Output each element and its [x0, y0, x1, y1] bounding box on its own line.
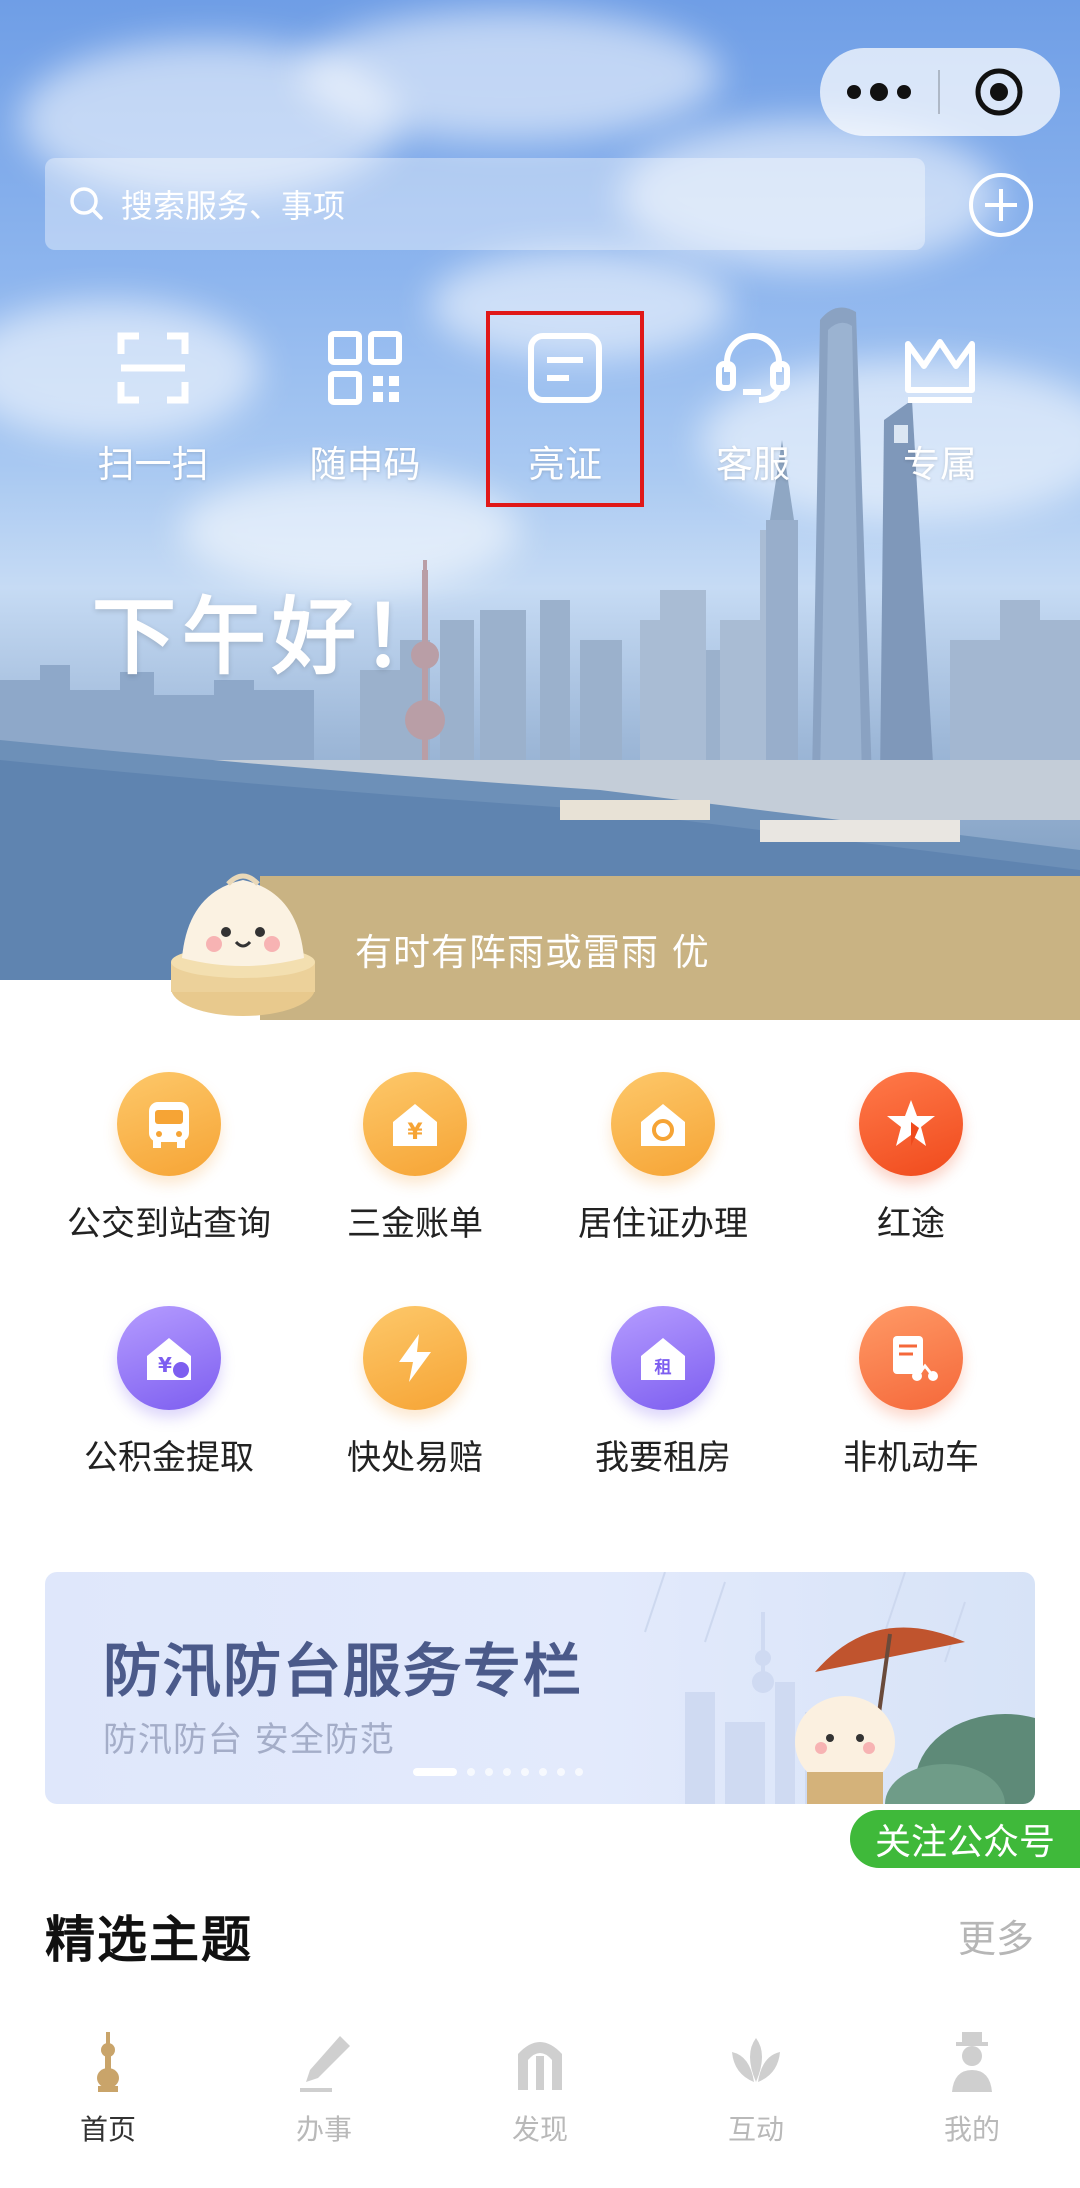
service-label: 红途 [877, 1204, 945, 1244]
lotus-icon [732, 2038, 780, 2082]
search-placeholder: 搜索服务、事项 [121, 187, 346, 225]
more-dots-icon[interactable] [820, 48, 938, 136]
pager-dot-active [413, 1768, 457, 1776]
weather-text: 有时有阵雨或雷雨 优 [355, 931, 710, 974]
banner-title: 防汛防台服务专栏 [103, 1637, 584, 1705]
pen-icon [300, 2036, 350, 2092]
section-title: 精选主题 [45, 1911, 253, 1969]
house-badge-icon [611, 1072, 715, 1176]
tab-home[interactable]: 首页 [0, 2030, 216, 2148]
pager-dot [557, 1768, 565, 1776]
tab-label: 互动 [727, 2113, 784, 2146]
quick-action-exclusive[interactable]: 专属 [855, 320, 1025, 500]
house-fund-icon: ¥ [117, 1306, 221, 1410]
scooter-doc-icon [859, 1306, 963, 1410]
search-bar[interactable]: 搜索服务、事项 [45, 158, 925, 250]
quick-action-label: 扫一扫 [97, 443, 209, 486]
search-icon [70, 187, 103, 220]
flood-prevention-banner[interactable]: 防汛防台服务专栏 防汛防台 安全防范 [45, 1572, 1035, 1804]
greeting-text: 下午好！ [92, 588, 453, 686]
tab-label: 我的 [943, 2113, 1000, 2146]
pager-dot [575, 1768, 583, 1776]
service-three-funds[interactable]: ¥ 三金账单 [290, 1072, 540, 1245]
banner-subtitle: 防汛防台 安全防范 [103, 1720, 395, 1760]
tab-label: 发现 [511, 2113, 568, 2146]
scan-icon [117, 332, 189, 404]
tower-icon [97, 2032, 119, 2092]
service-residence-permit[interactable]: 居住证办理 [538, 1072, 788, 1245]
service-label: 公积金提取 [84, 1438, 254, 1478]
arch-icon [518, 2042, 562, 2090]
pager-dot [503, 1768, 511, 1776]
svg-text:¥: ¥ [158, 1353, 172, 1377]
highlight-box [486, 311, 644, 507]
tab-interact[interactable]: 互动 [648, 2030, 864, 2148]
house-rent-icon: 租 [611, 1306, 715, 1410]
quick-action-label: 专属 [903, 443, 977, 486]
pager-dot [539, 1768, 547, 1776]
service-label: 我要租房 [595, 1438, 731, 1478]
add-plus-icon[interactable] [966, 170, 1036, 240]
service-label: 居住证办理 [578, 1204, 748, 1244]
service-rent-house[interactable]: 租 我要租房 [538, 1306, 788, 1479]
tab-mine[interactable]: 我的 [864, 2030, 1080, 2148]
quick-action-service[interactable]: 客服 [668, 320, 838, 500]
pager-dot [485, 1768, 493, 1776]
pager-dot [467, 1768, 475, 1776]
crown-icon [905, 339, 975, 403]
qr-code-icon [328, 331, 402, 405]
service-red-tour[interactable]: 红途 [786, 1072, 1036, 1245]
section-more-link[interactable]: 更多 [958, 1908, 1034, 1963]
service-non-motor-vehicle[interactable]: 非机动车 [786, 1306, 1036, 1479]
service-label: 快处易赔 [347, 1438, 483, 1478]
bun-mascot-icon [171, 873, 315, 1016]
tab-label: 办事 [295, 2113, 352, 2146]
tab-label: 首页 [79, 2113, 136, 2146]
quick-action-label: 随申码 [309, 443, 421, 486]
tab-discover[interactable]: 发现 [432, 2030, 648, 2148]
service-label: 公交到站查询 [67, 1204, 271, 1244]
service-housing-fund[interactable]: ¥ 公积金提取 [44, 1306, 294, 1479]
star-flag-icon [859, 1072, 963, 1176]
pager-dot [521, 1768, 529, 1776]
lightning-icon [363, 1306, 467, 1410]
service-label: 三金账单 [347, 1204, 483, 1244]
banner-pager [413, 1768, 583, 1776]
svg-text:¥: ¥ [407, 1120, 423, 1145]
quick-action-label: 客服 [716, 443, 790, 486]
quick-action-scan[interactable]: 扫一扫 [68, 320, 238, 500]
person-icon [952, 2032, 992, 2092]
house-yen-icon: ¥ [363, 1072, 467, 1176]
bottom-tab-bar: 首页 办事 发现 互动 我的 [0, 2010, 1080, 2188]
headset-icon [716, 333, 790, 403]
bus-icon [117, 1072, 221, 1176]
target-circle-icon[interactable] [940, 48, 1058, 136]
weather-bar[interactable]: 有时有阵雨或雷雨 优 [260, 876, 1080, 1020]
rent-badge-text: 租 [654, 1357, 672, 1378]
tab-services[interactable]: 办事 [216, 2030, 432, 2148]
follow-official-account-button[interactable]: 关注公众号 [850, 1810, 1080, 1868]
service-quick-claim[interactable]: 快处易赔 [290, 1306, 540, 1479]
mini-program-capsule [820, 48, 1060, 136]
quick-action-qr[interactable]: 随申码 [280, 320, 450, 500]
service-bus-arrival[interactable]: 公交到站查询 [44, 1072, 294, 1245]
service-label: 非机动车 [843, 1438, 979, 1478]
